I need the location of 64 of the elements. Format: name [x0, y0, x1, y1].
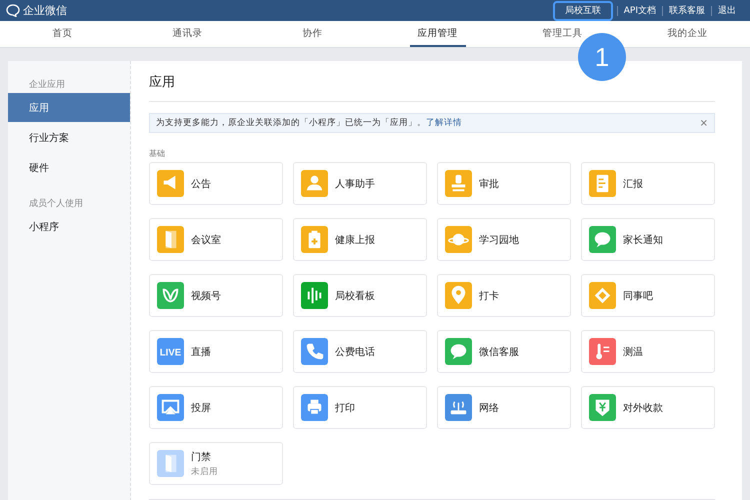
nav-tab[interactable]: 我的企业	[668, 21, 708, 47]
app-name: 局校看板	[335, 290, 375, 302]
chat-bubble-icon	[6, 4, 20, 17]
sidebar-item[interactable]: 硬件	[8, 153, 130, 182]
app-card[interactable]: 网络	[437, 386, 571, 429]
app-card[interactable]: 视频号	[149, 274, 283, 317]
sidebar-item[interactable]: 行业方案	[8, 123, 130, 152]
nav-tab[interactable]: 协作	[302, 21, 322, 47]
app-card[interactable]: 打卡	[437, 274, 571, 317]
app-card[interactable]: 会议室	[149, 218, 283, 261]
sidebar-item[interactable]: 应用	[8, 93, 130, 122]
app-name: 同事吧	[623, 290, 653, 302]
nav-tab[interactable]: 通讯录	[172, 21, 202, 47]
nav-tab[interactable]: 首页	[52, 21, 72, 47]
app-status: 未启用	[191, 466, 218, 478]
notice-text: 为支持更多能力，原企业关联添加的「小程序」已统一为「应用」。了解详情	[156, 117, 462, 129]
app-name: 视频号	[191, 290, 221, 302]
app-card[interactable]: 打印	[293, 386, 427, 429]
sidebar-heading: 企业应用	[28, 78, 66, 92]
app-name: 打卡	[479, 290, 499, 302]
app-name: 健康上报	[335, 234, 375, 246]
app-card[interactable]: 公告	[149, 162, 283, 205]
app-name: 汇报	[623, 178, 643, 190]
app-name: 微信客服	[479, 346, 519, 358]
app-card[interactable]: 局校看板	[293, 274, 427, 317]
text-icon: LIVE	[157, 338, 184, 365]
app-card[interactable]: 审批	[437, 162, 571, 205]
app-name: 打印	[335, 402, 355, 414]
top-link[interactable]: API文档	[616, 6, 662, 16]
app-name: 人事助手	[335, 178, 375, 190]
logo-text: 企业微信	[23, 3, 67, 18]
top-link[interactable]: 退出	[711, 6, 742, 16]
app-name: 家长通知	[623, 234, 663, 246]
app-name: 投屏	[191, 402, 211, 414]
app-card[interactable]: LIVE 直播	[149, 330, 283, 373]
app-card[interactable]: 健康上报	[293, 218, 427, 261]
app-name: 门禁	[191, 450, 212, 464]
app-name: 会议室	[191, 234, 221, 246]
app-card[interactable]: 学习园地	[437, 218, 571, 261]
app-name: 学习园地	[479, 234, 519, 246]
sidebar-heading: 成员个人使用	[28, 198, 84, 210]
top-link[interactable]: 联系客服	[662, 6, 711, 16]
app-card[interactable]: 投屏	[149, 386, 283, 429]
app-card[interactable]: 同事吧	[581, 274, 715, 317]
app-card[interactable]: 测温	[581, 330, 715, 373]
app-name: 网络	[479, 402, 499, 414]
app-card[interactable]: 人事助手	[293, 162, 427, 205]
app-name: 对外收款	[623, 402, 663, 414]
nav-tab[interactable]: 应用管理	[410, 21, 466, 47]
app-card[interactable]: 门禁 未启用	[149, 442, 283, 485]
app-name: 公费电话	[335, 346, 375, 358]
app-name: 测温	[623, 346, 643, 358]
section-label: 基础	[149, 148, 166, 159]
app-name: 公告	[191, 178, 211, 190]
close-button[interactable]: ×	[700, 118, 708, 128]
app-name: 直播	[191, 346, 211, 358]
app-card[interactable]: 对外收款	[581, 386, 715, 429]
sidebar-item[interactable]: 小程序	[8, 212, 130, 241]
app-card[interactable]: 汇报	[581, 162, 715, 205]
app-card[interactable]: 家长通知	[581, 218, 715, 261]
app-card[interactable]: 公费电话	[293, 330, 427, 373]
app-name: 审批	[479, 178, 499, 190]
details-link[interactable]: 了解详情	[426, 118, 462, 128]
app-card[interactable]: 微信客服	[437, 330, 571, 373]
